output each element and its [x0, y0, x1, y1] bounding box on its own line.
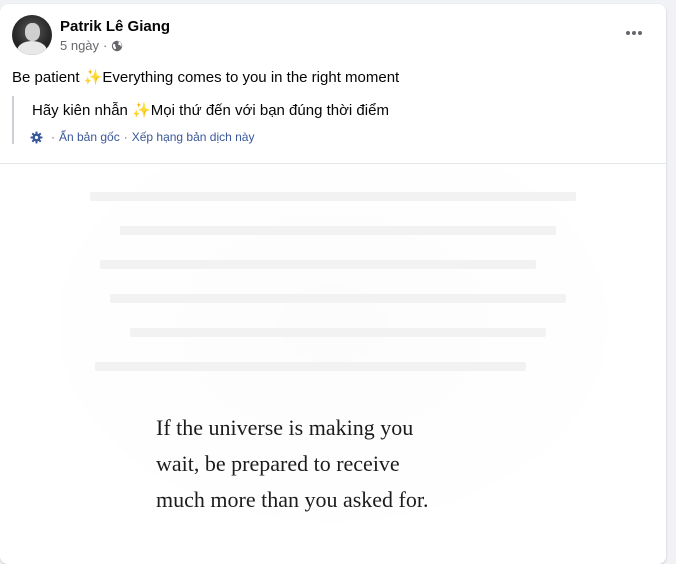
- links-separator: ·: [123, 130, 128, 144]
- background-texture: [95, 362, 526, 371]
- links-separator-leading: ·: [51, 130, 55, 144]
- post-caption: Be patient ✨Everything comes to you in t…: [12, 68, 399, 88]
- globe-icon[interactable]: [111, 40, 123, 52]
- translation-text-after: Mọi thứ đến với bạn đúng thời điểm: [150, 102, 389, 119]
- rate-translation-link[interactable]: Xếp hạng bản dịch này: [132, 130, 255, 144]
- translation-links: · Ẩn bản gốc · Xếp hạng bản dịch này: [30, 130, 652, 144]
- quote-line: much more than you asked for.: [156, 487, 429, 512]
- translation-block: Hãy kiên nhẫn ✨Mọi thứ đến với bạn đúng …: [12, 96, 652, 144]
- quote-line: wait, be prepared to receive: [156, 451, 400, 476]
- author-avatar[interactable]: [12, 15, 52, 55]
- sparkles-emoji-translated: ✨: [132, 102, 151, 119]
- background-texture: [90, 192, 576, 201]
- translation-text-start: Hãy kiên nhẫn: [32, 102, 133, 119]
- avatar-face: [25, 23, 40, 41]
- hide-original-link[interactable]: Ẩn bản gốc: [59, 130, 120, 144]
- gear-icon[interactable]: [30, 131, 43, 144]
- more-horizontal-icon: [626, 31, 642, 35]
- post-card: Patrik Lê Giang 5 ngày · Be patient ✨Eve…: [0, 4, 666, 564]
- post-image[interactable]: If the universe is making you wait, be p…: [0, 164, 666, 564]
- quote-text: If the universe is making you wait, be p…: [156, 410, 429, 518]
- background-texture: [120, 226, 556, 235]
- post-header: Patrik Lê Giang 5 ngày ·: [12, 15, 170, 55]
- post-meta: Patrik Lê Giang 5 ngày ·: [60, 17, 170, 53]
- background-texture: [100, 260, 536, 269]
- more-options-button[interactable]: [616, 20, 652, 46]
- caption-text-after: Everything comes to you in the right mom…: [102, 69, 400, 86]
- caption-text: Be patient: [12, 69, 84, 86]
- sparkles-emoji: ✨: [83, 69, 103, 86]
- background-texture: [110, 294, 566, 303]
- meta-separator: ·: [103, 38, 108, 53]
- background-texture: [130, 328, 546, 337]
- quote-line: If the universe is making you: [156, 415, 414, 440]
- translation-text: Hãy kiên nhẫn ✨Mọi thứ đến với bạn đúng …: [32, 101, 652, 121]
- avatar-shoulders: [17, 41, 47, 55]
- post-subline: 5 ngày ·: [60, 38, 170, 53]
- post-timestamp[interactable]: 5 ngày: [60, 38, 99, 53]
- author-name[interactable]: Patrik Lê Giang: [60, 17, 170, 36]
